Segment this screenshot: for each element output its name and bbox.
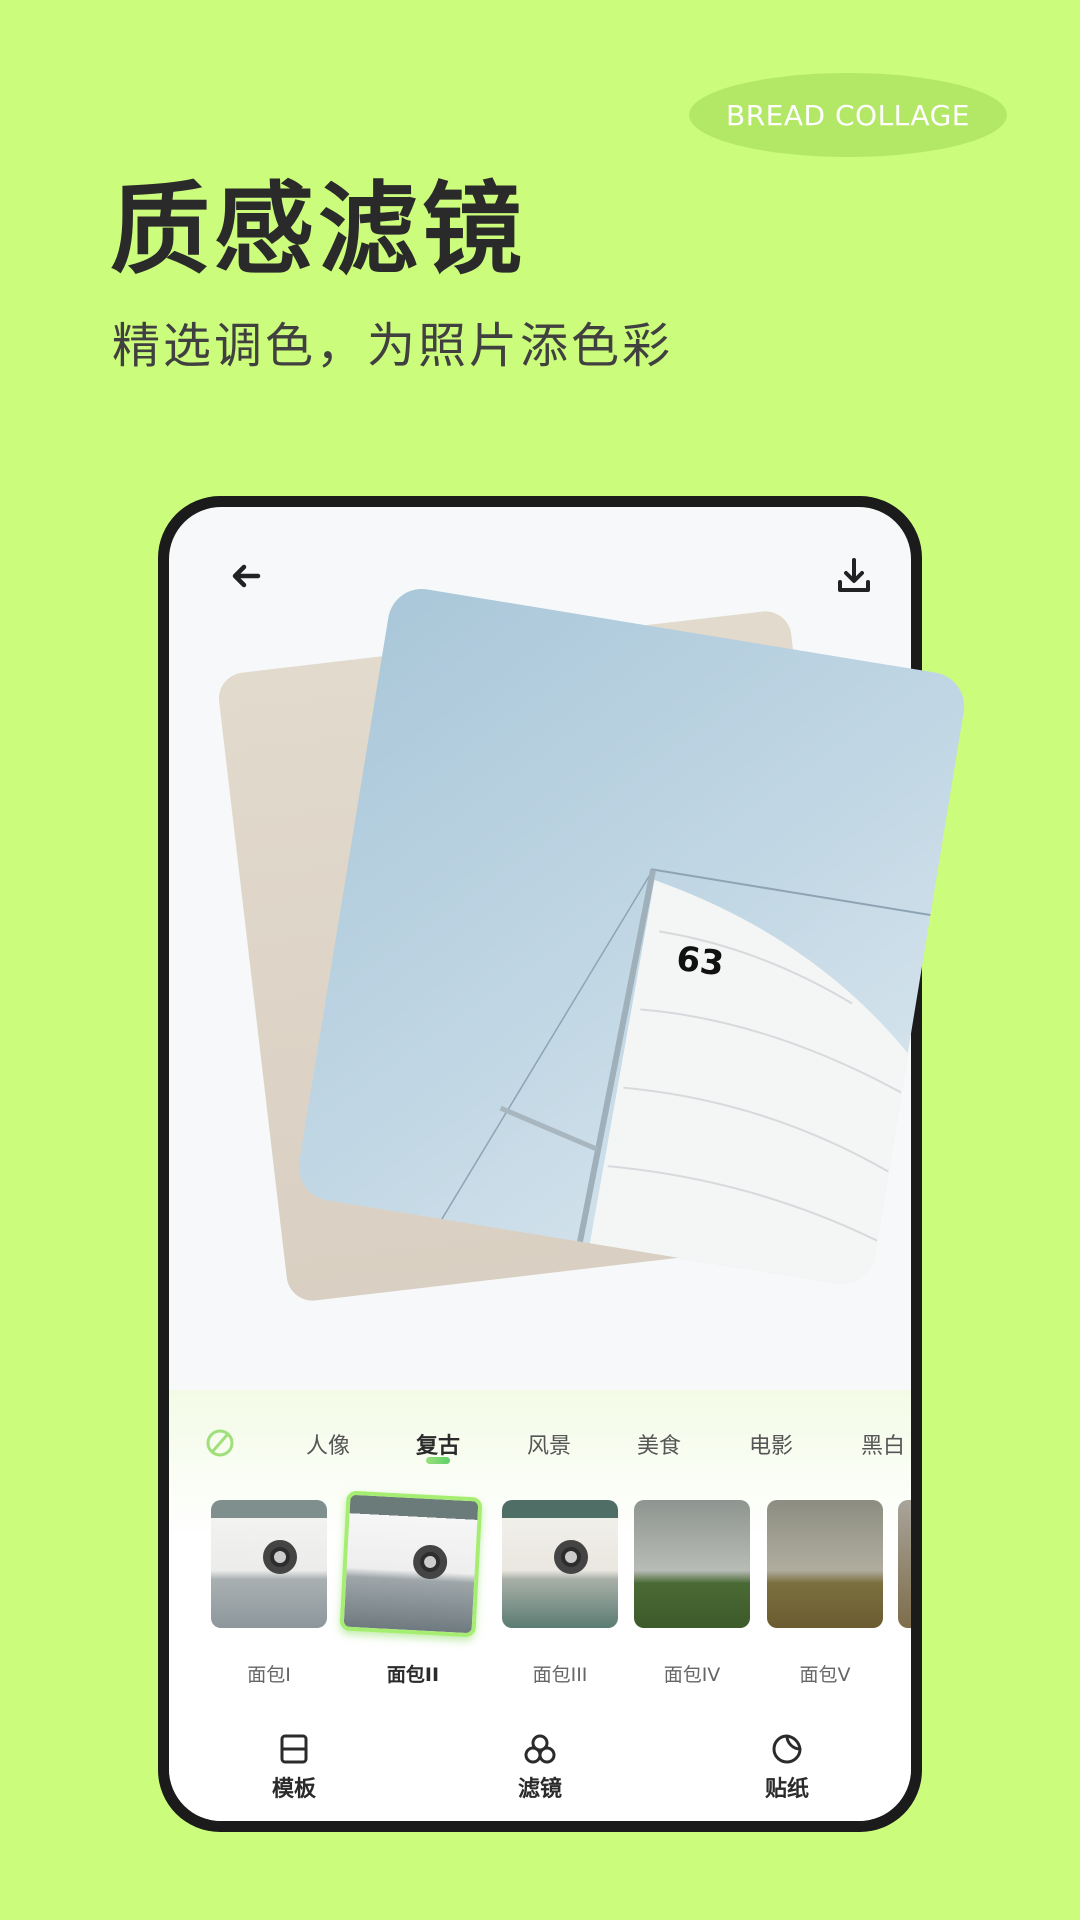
- filter-thumb-4[interactable]: [634, 1500, 750, 1628]
- sail-number: 63: [674, 939, 726, 985]
- nav-filter[interactable]: 滤镜: [480, 1733, 600, 1803]
- tab-movie[interactable]: 电影: [749, 1428, 793, 1460]
- filter-label: 面包I: [247, 1664, 291, 1686]
- sailboat-photo-card[interactable]: 63: [293, 583, 970, 1290]
- tab-portrait[interactable]: 人像: [306, 1428, 350, 1460]
- back-button[interactable]: [224, 554, 268, 598]
- filter-thumb-1[interactable]: [211, 1500, 327, 1628]
- brand-badge: BREAD COLLAGE: [689, 73, 1007, 157]
- filter-panel: 人像 复古 风景 美食 电影 黑白 面包I 面包II 面包III 面包IV 面包…: [169, 1390, 911, 1821]
- subheadline: 精选调色，为照片添色彩: [112, 318, 674, 374]
- filter-thumb-2-selected[interactable]: [339, 1490, 483, 1638]
- filter-category-tabs: 人像 复古 风景 美食 电影 黑白: [169, 1424, 911, 1464]
- no-filter-icon[interactable]: [205, 1428, 235, 1458]
- filter-thumb-6-partial[interactable]: [898, 1500, 911, 1628]
- headline: 质感滤镜: [110, 171, 526, 288]
- tab-food[interactable]: 美食: [637, 1428, 681, 1460]
- download-button[interactable]: [832, 554, 876, 598]
- filter-thumb-5[interactable]: [767, 1500, 883, 1628]
- filter-label: 面包IV: [663, 1664, 721, 1686]
- download-icon: [838, 558, 870, 592]
- nav-template[interactable]: 模板: [234, 1733, 354, 1803]
- tab-retro[interactable]: 复古: [416, 1428, 460, 1460]
- nav-sticker[interactable]: 贴纸: [727, 1733, 847, 1803]
- nav-label: 贴纸: [764, 1777, 809, 1802]
- template-icon: [280, 1734, 308, 1764]
- sailboat-photo: 63: [441, 868, 931, 1290]
- active-tab-indicator: [426, 1457, 450, 1464]
- arrow-left-icon: [232, 564, 261, 588]
- sticker-icon: [772, 1734, 802, 1764]
- filter-thumb-3[interactable]: [502, 1500, 618, 1628]
- nav-label: 滤镜: [517, 1777, 562, 1802]
- filter-label: 面包V: [799, 1664, 851, 1686]
- filter-label: 面包III: [532, 1664, 588, 1686]
- tab-landscape[interactable]: 风景: [527, 1428, 571, 1460]
- filter-label-selected: 面包II: [386, 1664, 440, 1686]
- tab-black-white[interactable]: 黑白: [861, 1428, 905, 1460]
- filter-icon: [524, 1734, 556, 1764]
- nav-label: 模板: [271, 1777, 316, 1802]
